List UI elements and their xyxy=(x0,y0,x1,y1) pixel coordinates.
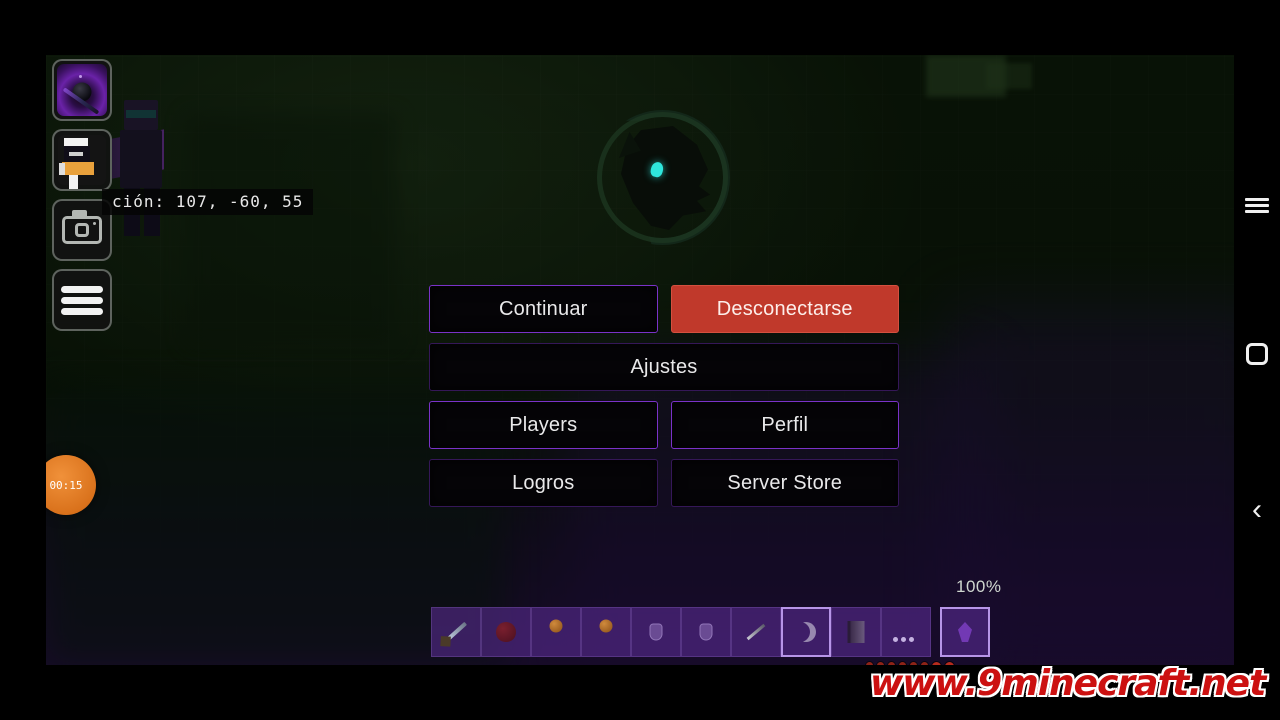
skin-avatar-button[interactable] xyxy=(52,129,112,191)
portal-button[interactable] xyxy=(52,59,112,121)
avatar-arm xyxy=(59,163,65,175)
player-visor xyxy=(126,110,156,118)
avatar-eyes xyxy=(69,152,83,156)
coordinates-display: ción: 107, -60, 55 xyxy=(102,189,314,215)
players-button[interactable]: Players xyxy=(429,401,658,449)
android-navbar: ‹ xyxy=(1234,55,1280,665)
list-menu-icon xyxy=(61,282,103,319)
hotbar-slot[interactable] xyxy=(431,607,481,657)
list-line xyxy=(61,285,103,293)
server-store-button[interactable]: Server Store xyxy=(670,459,899,507)
achievements-button[interactable]: Logros xyxy=(429,459,658,507)
durability-label: 100% xyxy=(956,577,1002,596)
book-icon xyxy=(847,621,865,643)
dots-icon xyxy=(893,629,919,642)
hotbar-slot[interactable] xyxy=(481,607,531,657)
list-line xyxy=(61,296,103,304)
hotbar-slot[interactable] xyxy=(831,607,881,657)
stick-icon xyxy=(746,623,766,641)
hotbar-slot[interactable] xyxy=(631,607,681,657)
camera-indicator xyxy=(93,222,96,225)
hotbar-slot[interactable] xyxy=(581,607,631,657)
menu-row: Logros Server Store xyxy=(429,459,899,507)
moon-icon xyxy=(796,622,816,642)
recents-line xyxy=(1245,204,1269,207)
server-logo xyxy=(595,110,730,245)
hotbar: 100% xyxy=(431,577,1001,657)
recents-line xyxy=(1245,210,1269,213)
recents-button[interactable] xyxy=(1234,195,1280,216)
camera-lens xyxy=(75,223,89,237)
ball-icon xyxy=(549,619,563,633)
potion-icon xyxy=(699,623,713,641)
shard-icon xyxy=(958,622,972,642)
hotbar-slot[interactable] xyxy=(681,607,731,657)
portal-spark xyxy=(79,75,82,79)
avatar-body xyxy=(62,162,94,175)
apple-icon xyxy=(496,622,516,642)
back-button[interactable]: ‹ xyxy=(1234,495,1280,525)
disconnect-button[interactable]: Desconectarse xyxy=(670,285,899,333)
offhand-slot[interactable] xyxy=(940,607,990,657)
hotbar-slot[interactable] xyxy=(531,607,581,657)
recents-icon xyxy=(1245,195,1269,216)
home-icon xyxy=(1246,343,1268,365)
hotbar-slot[interactable] xyxy=(731,607,781,657)
menu-row: Ajustes xyxy=(429,343,899,391)
sword-icon xyxy=(445,621,467,643)
skin-avatar-icon xyxy=(58,135,106,189)
list-menu-button[interactable] xyxy=(52,269,112,331)
settings-button[interactable]: Ajustes xyxy=(429,343,899,391)
hotbar-slot[interactable] xyxy=(881,607,931,657)
home-button[interactable] xyxy=(1234,343,1280,365)
pause-menu: Continuar Desconectarse Ajustes Players … xyxy=(429,285,899,517)
player-body xyxy=(120,130,162,188)
app-screen: ción: 107, -60, 55 00:15 Continuar Desco… xyxy=(0,0,1280,720)
potion-icon xyxy=(649,623,663,641)
camera-icon xyxy=(62,210,102,244)
ball-icon xyxy=(599,619,613,633)
menu-row: Continuar Desconectarse xyxy=(429,285,899,333)
profile-button[interactable]: Perfil xyxy=(670,401,899,449)
list-line xyxy=(61,307,103,315)
continue-button[interactable]: Continuar xyxy=(429,285,658,333)
site-watermark: www.9minecraft.net xyxy=(870,663,1266,704)
avatar-leg xyxy=(69,175,78,189)
hotbar-slot-selected[interactable] xyxy=(781,607,831,657)
menu-row: Players Perfil xyxy=(429,401,899,449)
recents-line xyxy=(1245,198,1269,201)
game-viewport: ción: 107, -60, 55 00:15 Continuar Desco… xyxy=(46,55,1234,665)
